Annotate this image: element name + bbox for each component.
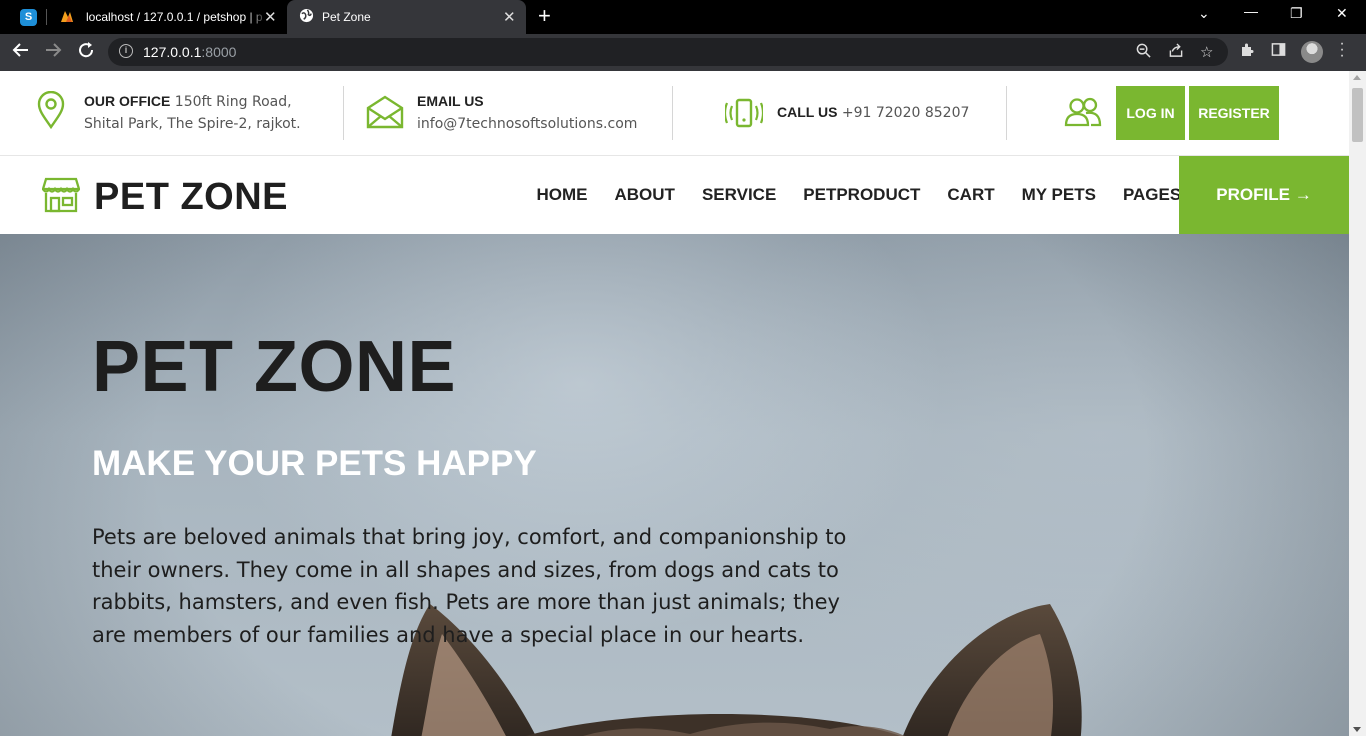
call-text: CALL US +91 72020 85207	[777, 101, 969, 124]
main-navbar: PET ZONE HOME ABOUT SERVICE PETPRODUCT C…	[0, 156, 1349, 234]
nav-about[interactable]: ABOUT	[615, 185, 675, 205]
office-info: OUR OFFICE 150ft Ring Road, Shital Park,…	[36, 90, 301, 135]
email-text: EMAIL US info@7technosoftsolutions.com	[417, 90, 637, 135]
nav-my-pets[interactable]: MY PETS	[1022, 185, 1096, 205]
office-line1: 150ft Ring Road,	[174, 94, 292, 110]
main-menu: HOME ABOUT SERVICE PETPRODUCT CART MY PE…	[523, 156, 1207, 234]
brand-name: PET ZONE	[94, 176, 289, 218]
hero-subtitle: MAKE YOUR PETS HAPPY	[92, 444, 537, 483]
email-value[interactable]: info@7technosoftsolutions.com	[417, 116, 637, 132]
tab-title: Pet Zone	[322, 10, 371, 24]
side-panel-icon[interactable]	[1271, 42, 1286, 61]
location-pin-icon	[36, 90, 66, 134]
skype-icon: S	[20, 8, 37, 26]
globe-icon	[299, 8, 314, 26]
divider	[1006, 86, 1007, 140]
scroll-up-icon[interactable]	[1353, 75, 1361, 80]
site-info-icon[interactable]: i	[119, 44, 133, 58]
pinned-tab[interactable]: S	[10, 0, 44, 34]
tab-title: localhost / 127.0.0.1 / petshop | p	[86, 10, 263, 24]
email-info: EMAIL US info@7technosoftsolutions.com	[366, 93, 637, 135]
url-text: 127.0.0.1:8000	[143, 44, 237, 60]
scroll-down-icon[interactable]	[1353, 727, 1361, 732]
phone-icon	[723, 98, 765, 133]
brand[interactable]: PET ZONE	[41, 176, 289, 219]
register-button[interactable]: REGISTER	[1189, 86, 1279, 140]
scrollbar-thumb[interactable]	[1352, 88, 1363, 142]
store-icon	[41, 177, 81, 218]
hero-section: PET ZONE MAKE YOUR PETS HAPPY Pets are b…	[0, 234, 1349, 736]
zoom-icon[interactable]	[1136, 43, 1151, 62]
nav-cart[interactable]: CART	[947, 185, 994, 205]
address-bar[interactable]: i 127.0.0.1:8000 ☆	[108, 38, 1228, 66]
restore-icon[interactable]: ❐	[1290, 5, 1303, 22]
close-tab-icon[interactable]: ✕	[264, 8, 277, 26]
close-tab-icon[interactable]: ✕	[503, 8, 516, 26]
email-label: EMAIL US	[417, 93, 484, 109]
tab-separator	[46, 9, 47, 25]
extensions-icon[interactable]	[1239, 42, 1255, 62]
office-line2: Shital Park, The Spire-2, rajkot.	[84, 116, 301, 132]
forward-icon[interactable]	[44, 41, 62, 64]
nav-pages-label: PAGES	[1122, 185, 1182, 204]
call-info: CALL US +91 72020 85207	[723, 98, 969, 133]
nav-home[interactable]: HOME	[537, 185, 588, 205]
bookmark-star-icon[interactable]: ☆	[1200, 43, 1213, 61]
back-icon[interactable]	[12, 41, 30, 64]
page-scrollbar[interactable]	[1349, 71, 1366, 736]
nav-service[interactable]: SERVICE	[702, 185, 776, 205]
divider	[672, 86, 673, 140]
hero-title: PET ZONE	[92, 327, 457, 407]
profile-avatar-icon[interactable]	[1301, 41, 1323, 63]
reload-icon[interactable]	[77, 41, 95, 64]
profile-button[interactable]: PROFILE →	[1179, 156, 1349, 234]
call-label: CALL US	[777, 104, 838, 120]
envelope-icon	[366, 95, 404, 134]
browser-toolbar: i 127.0.0.1:8000 ☆ · · ·	[0, 34, 1366, 71]
browser-menu-icon[interactable]: · · ·	[1339, 36, 1345, 64]
tab-search-icon[interactable]: ⌄	[1198, 5, 1210, 22]
office-label: OUR OFFICE	[84, 93, 171, 109]
close-window-icon[interactable]: ✕	[1336, 5, 1348, 22]
web-page: OUR OFFICE 150ft Ring Road, Shital Park,…	[0, 71, 1349, 736]
tab-phpmyadmin[interactable]: localhost / 127.0.0.1 / petshop | p ✕	[50, 0, 284, 34]
divider	[343, 86, 344, 140]
nav-petproduct[interactable]: PETPRODUCT	[803, 185, 920, 205]
phpmyadmin-icon	[60, 9, 78, 26]
contact-bar: OUR OFFICE 150ft Ring Road, Shital Park,…	[0, 71, 1349, 156]
minimize-icon[interactable]: —	[1244, 3, 1258, 19]
login-button[interactable]: LOG IN	[1116, 86, 1185, 140]
share-icon[interactable]	[1168, 43, 1184, 62]
tab-pet-zone[interactable]: Pet Zone ✕	[287, 0, 526, 34]
office-text: OUR OFFICE 150ft Ring Road, Shital Park,…	[84, 90, 301, 135]
users-icon	[1064, 97, 1102, 132]
new-tab-icon[interactable]: +	[538, 5, 551, 27]
hero-paragraph: Pets are beloved animals that bring joy,…	[92, 525, 847, 647]
call-value[interactable]: +91 72020 85207	[842, 105, 970, 121]
browser-tab-bar: S localhost / 127.0.0.1 / petshop | p ✕ …	[0, 0, 1366, 34]
